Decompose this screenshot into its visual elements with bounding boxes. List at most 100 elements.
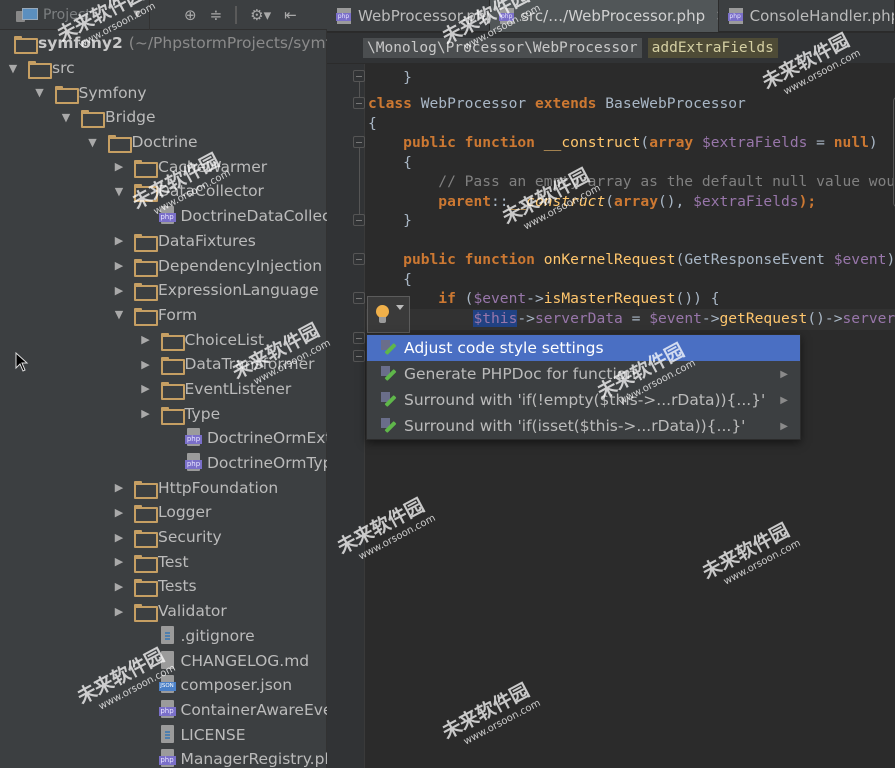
- tree-folder[interactable]: ▶ DataTransformer: [0, 352, 327, 377]
- expand-arrow-icon[interactable]: ▶: [112, 234, 126, 247]
- tree-file[interactable]: phpManagerRegistry.php: [0, 747, 327, 768]
- scroll-from-source-icon[interactable]: ⊕: [184, 6, 197, 24]
- settings-gear-icon[interactable]: ⚙▾: [250, 6, 271, 24]
- intention-action-label: Surround with 'if(isset($this->...rData)…: [404, 417, 746, 435]
- submenu-arrow-icon[interactable]: ▶: [780, 369, 788, 380]
- code-token: array: [614, 193, 658, 210]
- expand-arrow-icon[interactable]: ▶: [112, 284, 126, 297]
- tree-file[interactable]: phpDoctrineOrmTypeGuesser.php: [0, 451, 327, 476]
- tree-folder[interactable]: ▶ ExpressionLanguage: [0, 278, 327, 303]
- intention-bulb-button[interactable]: [367, 296, 410, 333]
- root-label: symfony2: [38, 34, 123, 53]
- tree-item-label: DoctrineOrmTypeGuesser.php: [207, 454, 327, 473]
- tree-root[interactable]: ▼ symfony2 (~/PhpstormProjects/symfony2): [0, 31, 327, 56]
- tree-folder[interactable]: ▶ ChoiceList: [0, 327, 327, 352]
- tree-file[interactable]: .gitignore: [0, 624, 327, 649]
- intention-action-item[interactable]: Generate PHPDoc for function ▶: [367, 361, 800, 387]
- breadcrumb-method[interactable]: addExtraFields: [647, 38, 778, 58]
- tree-folder[interactable]: ▶ CacheWarmer: [0, 154, 327, 179]
- intention-actions-popup: Adjust code style settings Generate PHPDo…: [366, 334, 801, 440]
- expand-arrow-icon[interactable]: ▶: [139, 358, 153, 371]
- code-token: $event: [649, 310, 702, 327]
- intention-action-item[interactable]: Surround with 'if(!empty($this->...rData…: [367, 387, 800, 413]
- tree-folder[interactable]: ▶ HttpFoundation: [0, 475, 327, 500]
- collapse-arrow-icon[interactable]: ▼: [59, 111, 73, 124]
- fold-marker-icon[interactable]: [353, 350, 365, 362]
- collapse-all-icon[interactable]: ≑: [210, 6, 223, 24]
- tree-file[interactable]: phpContainerAwareEventManager.php: [0, 698, 327, 723]
- expand-arrow-icon[interactable]: ▶: [112, 555, 126, 568]
- expand-arrow-icon[interactable]: ▶: [112, 605, 126, 618]
- tree-file[interactable]: LICENSE: [0, 722, 327, 747]
- collapse-arrow-icon[interactable]: ▼: [86, 136, 100, 149]
- folder-icon: [160, 332, 185, 351]
- code-token: onKernelRequest: [543, 251, 676, 268]
- expand-arrow-icon[interactable]: ▶: [112, 580, 126, 593]
- expand-arrow-icon[interactable]: ▶: [112, 481, 126, 494]
- code-line: {: [368, 114, 377, 134]
- editor-tab[interactable]: src/…/WebProcessor.php×: [490, 0, 719, 32]
- collapse-arrow-icon[interactable]: ▼: [33, 86, 47, 99]
- tree-folder[interactable]: ▼ Symfony: [0, 80, 327, 105]
- collapse-arrow-icon[interactable]: ▼: [112, 308, 126, 321]
- tree-folder[interactable]: ▶ Security: [0, 525, 327, 550]
- tree-file[interactable]: JSON composer.json: [0, 673, 327, 698]
- fold-marker-icon[interactable]: [353, 214, 365, 226]
- code-token: {: [368, 115, 377, 132]
- fold-marker-icon[interactable]: [353, 253, 365, 265]
- fold-marker-icon[interactable]: [353, 70, 365, 82]
- intention-action-item[interactable]: Surround with 'if(isset($this->...rData)…: [367, 413, 800, 439]
- tree-folder[interactable]: ▼ Form: [0, 303, 327, 328]
- submenu-arrow-icon[interactable]: ▶: [780, 421, 788, 432]
- tree-file[interactable]: phpDoctrineOrmExtension.php: [0, 426, 327, 451]
- expand-arrow-icon[interactable]: ▶: [112, 160, 126, 173]
- tree-item-label: DataFixtures: [158, 231, 256, 250]
- tree-folder[interactable]: ▶ Tests: [0, 574, 327, 599]
- expand-arrow-icon[interactable]: ▶: [112, 506, 126, 519]
- editor-tab[interactable]: WebProcessor.php×: [327, 0, 491, 32]
- breadcrumb-class[interactable]: \Monolog\Processor\WebProcessor: [363, 38, 642, 58]
- code-token: function: [464, 251, 535, 268]
- project-tree: ▼ symfony2 (~/PhpstormProjects/symfony2)…: [0, 31, 327, 768]
- expand-arrow-icon[interactable]: ▶: [112, 531, 126, 544]
- fold-marker-icon[interactable]: [353, 332, 365, 344]
- hide-panel-icon[interactable]: ⇤: [284, 6, 297, 24]
- code-token: class: [368, 95, 412, 112]
- tree-item-label: HttpFoundation: [158, 478, 279, 497]
- tree-folder[interactable]: ▶ DependencyInjection: [0, 253, 327, 278]
- code-token: =: [807, 134, 834, 151]
- editor-tab[interactable]: ConsoleHandler.php: [719, 0, 895, 32]
- tree-folder[interactable]: ▶ EventListener: [0, 377, 327, 402]
- tree-item-label: DataTransformer: [184, 355, 315, 374]
- fold-marker-icon[interactable]: [353, 136, 365, 148]
- fold-marker-icon[interactable]: [353, 97, 365, 109]
- tree-folder[interactable]: ▶ Type: [0, 401, 327, 426]
- fold-marker-icon[interactable]: [353, 292, 365, 304]
- code-line: {: [368, 270, 412, 290]
- project-view-selector[interactable]: Project ▼: [0, 0, 150, 30]
- mouse-cursor-icon: [15, 352, 29, 372]
- tree-file[interactable]: CHANGELOG.md: [0, 648, 327, 673]
- tree-folder[interactable]: ▼ Doctrine: [0, 130, 327, 155]
- project-icon: [16, 7, 38, 22]
- tree-folder[interactable]: ▼ DataCollector: [0, 179, 327, 204]
- tree-folder[interactable]: ▶ Test: [0, 549, 327, 574]
- tree-folder[interactable]: ▶ Validator: [0, 599, 327, 624]
- code-token: (GetResponseEvent: [675, 251, 834, 268]
- expand-arrow-icon[interactable]: ▶: [139, 407, 153, 420]
- tree-folder[interactable]: ▼ Bridge: [0, 105, 327, 130]
- tree-folder[interactable]: ▶ DataFixtures: [0, 229, 327, 254]
- expand-arrow-icon[interactable]: ▶: [112, 259, 126, 272]
- tree-file[interactable]: phpDoctrineDataCollector.php: [0, 204, 327, 229]
- tree-folder[interactable]: ▶ Logger: [0, 500, 327, 525]
- folder-icon: [134, 530, 158, 549]
- submenu-arrow-icon[interactable]: ▶: [780, 395, 788, 406]
- collapse-arrow-icon[interactable]: ▼: [6, 62, 20, 75]
- tree-folder[interactable]: ▼ src: [0, 56, 327, 81]
- collapse-arrow-icon[interactable]: ▼: [112, 185, 126, 198]
- expand-arrow-icon[interactable]: ▶: [139, 333, 153, 346]
- intention-action-item[interactable]: Adjust code style settings: [367, 335, 800, 361]
- expand-arrow-icon[interactable]: ▶: [139, 382, 153, 395]
